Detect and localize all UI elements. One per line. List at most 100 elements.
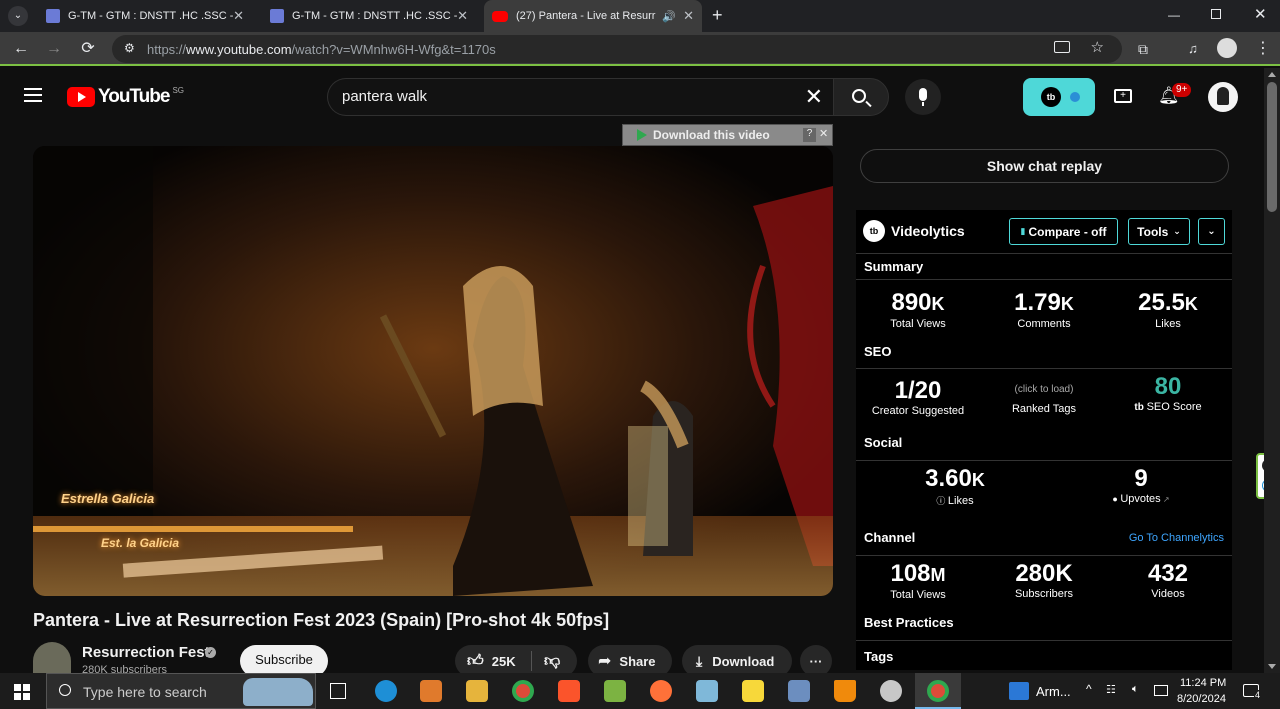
social-likes: 3.60K ⓘ Likes: [925, 465, 985, 508]
close-tab-icon[interactable]: ✕: [457, 8, 468, 24]
edge-browser-icon[interactable]: [375, 680, 397, 702]
seo-creator-suggested: 1/20 Creator Suggested: [871, 377, 965, 418]
channel-videos: 432 Videos: [1147, 560, 1189, 601]
search-query: pantera walk: [342, 88, 428, 105]
sticky-notes-icon[interactable]: [742, 680, 764, 702]
browser-tab[interactable]: G-TM - GTM : DNSTT .HC .SSC - ✕: [262, 0, 476, 32]
seo-ranked-tags[interactable]: (click to load) Ranked Tags: [994, 384, 1094, 415]
reload-icon[interactable]: ⟳: [77, 38, 99, 60]
minimize-window-icon[interactable]: —: [1168, 8, 1182, 22]
channel-subscribers-metric: 280K Subscribers: [1014, 560, 1074, 601]
close-tab-icon[interactable]: ✕: [683, 8, 694, 24]
app-gray-icon[interactable]: [880, 680, 902, 702]
browser-tab-active[interactable]: (27) Pantera - Live at Resurr 🔊 ✕: [484, 0, 702, 32]
collapse-panel-button[interactable]: ⌄: [1198, 218, 1225, 245]
tray-app-label: Arm...: [1036, 684, 1071, 699]
tray-app-button[interactable]: Arm...: [1007, 673, 1079, 709]
share-arrow-icon: ➦: [598, 653, 612, 670]
tab-title: G-TM - GTM : DNSTT .HC .SSC -: [292, 10, 457, 22]
browser-tab[interactable]: G-TM - GTM : DNSTT .HC .SSC - ✕: [38, 0, 252, 32]
site-info-icon[interactable]: ⚙: [124, 41, 138, 55]
new-tab-button[interactable]: +: [712, 5, 732, 26]
chrome-icon[interactable]: [512, 680, 534, 702]
download-help-icon[interactable]: ?: [803, 128, 816, 142]
search-button[interactable]: [833, 78, 889, 116]
stage-sign-estrella: Estrella Galicia: [61, 491, 155, 506]
windows-start-icon[interactable]: [14, 684, 30, 700]
status-dot-icon: [1070, 92, 1080, 102]
account-avatar[interactable]: [1208, 82, 1238, 112]
share-label: Share: [619, 653, 656, 669]
download-video-label: Download this video: [653, 128, 770, 142]
external-link-icon[interactable]: ↗: [1161, 495, 1170, 504]
verified-badge-icon: ✓: [205, 647, 216, 658]
channel-name[interactable]: Resurrection Fest: [82, 644, 210, 661]
taskbar-search-box[interactable]: Type here to search: [46, 673, 316, 709]
tray-app-icon: [1009, 682, 1029, 700]
app-orange-icon[interactable]: [420, 680, 442, 702]
download-close-icon[interactable]: ✕: [819, 127, 828, 140]
voice-search-button[interactable]: [905, 79, 941, 115]
info-circle-icon: ⓘ: [936, 496, 948, 506]
page-scrollbar[interactable]: [1264, 68, 1280, 673]
tab-search-chevron-icon[interactable]: ⌄: [8, 6, 28, 26]
channel-avatar[interactable]: [33, 642, 71, 674]
close-window-icon[interactable]: ✕: [1254, 5, 1267, 23]
back-arrow-icon[interactable]: ←: [10, 38, 32, 60]
go-to-channelytics-link[interactable]: Go To Channelytics: [1129, 532, 1224, 544]
bookmark-star-icon[interactable]: ☆: [1091, 38, 1104, 56]
calculator-icon[interactable]: [788, 680, 810, 702]
video-player[interactable]: Estrella Galicia Est. la Galicia: [33, 146, 833, 596]
firefox-icon[interactable]: [650, 680, 672, 702]
cast-icon[interactable]: [1054, 41, 1070, 53]
bar-chart-icon: ▮: [1020, 226, 1026, 236]
download-video-bar[interactable]: Download this video ? ✕: [622, 124, 833, 146]
search-highlight-image: [243, 678, 313, 706]
tags-heading[interactable]: Tags: [864, 649, 893, 664]
vlc-icon[interactable]: [834, 680, 856, 702]
vidiq-extension-button[interactable]: tb: [1023, 78, 1095, 116]
clear-search-icon[interactable]: ✕: [805, 79, 823, 115]
best-practices-heading[interactable]: Best Practices: [864, 615, 954, 630]
tab-favicon-icon: [46, 9, 60, 23]
chrome-icon: [927, 680, 949, 702]
file-explorer-icon[interactable]: [466, 680, 488, 702]
search-icon: [59, 684, 71, 696]
scroll-up-icon[interactable]: [1268, 72, 1276, 77]
show-chat-replay-button[interactable]: Show chat replay: [860, 149, 1229, 183]
task-view-icon[interactable]: [330, 683, 346, 699]
seo-heading: SEO: [864, 344, 892, 359]
network-icon[interactable]: [1154, 685, 1168, 696]
youtube-logo[interactable]: YouTube SG: [67, 86, 184, 108]
volume-icon[interactable]: 🔈︎: [1132, 683, 1139, 696]
summary-likes: 25.5K Likes: [1138, 289, 1198, 331]
like-button[interactable]: 👍︎ 25K: [455, 652, 531, 671]
clock-date[interactable]: 8/20/2024: [1177, 693, 1226, 705]
extensions-icon[interactable]: ⧉: [1132, 38, 1154, 60]
create-video-icon[interactable]: +: [1114, 89, 1132, 103]
app-blue-icon[interactable]: [696, 680, 718, 702]
browser-menu-icon[interactable]: ⋮: [1252, 38, 1274, 60]
clock-time[interactable]: 11:24 PM: [1180, 677, 1226, 689]
channel-total-views: 108M Total Views: [890, 560, 946, 602]
tray-overflow-icon[interactable]: ^: [1086, 682, 1092, 696]
tools-dropdown[interactable]: Tools ⌄: [1128, 218, 1190, 245]
ime-icon[interactable]: ☷: [1106, 683, 1116, 696]
compare-toggle-button[interactable]: ▮ Compare - off: [1009, 218, 1118, 245]
scroll-down-icon[interactable]: [1268, 664, 1276, 669]
scroll-thumb[interactable]: [1267, 82, 1277, 212]
media-control-icon[interactable]: ♫: [1182, 38, 1204, 60]
hamburger-menu-icon[interactable]: [24, 88, 42, 102]
tab-audio-icon[interactable]: 🔊: [662, 10, 676, 23]
brave-browser-icon[interactable]: [558, 680, 580, 702]
address-bar[interactable]: ⚙ https://www.youtube.com/watch?v=WMnhw6…: [112, 35, 1122, 63]
browser-tab-strip: ⌄ G-TM - GTM : DNSTT .HC .SSC - ✕ G-TM -…: [0, 0, 1280, 32]
notepad-app-icon[interactable]: [604, 680, 626, 702]
chrome-active-taskbar-item[interactable]: [915, 673, 961, 709]
close-tab-icon[interactable]: ✕: [233, 8, 244, 24]
restore-window-icon[interactable]: [1211, 9, 1221, 19]
profile-avatar-icon[interactable]: [1217, 38, 1237, 58]
search-input[interactable]: pantera walk ✕: [327, 78, 833, 116]
dislike-button[interactable]: 👎︎: [532, 652, 560, 671]
forward-arrow-icon[interactable]: →: [43, 38, 65, 60]
